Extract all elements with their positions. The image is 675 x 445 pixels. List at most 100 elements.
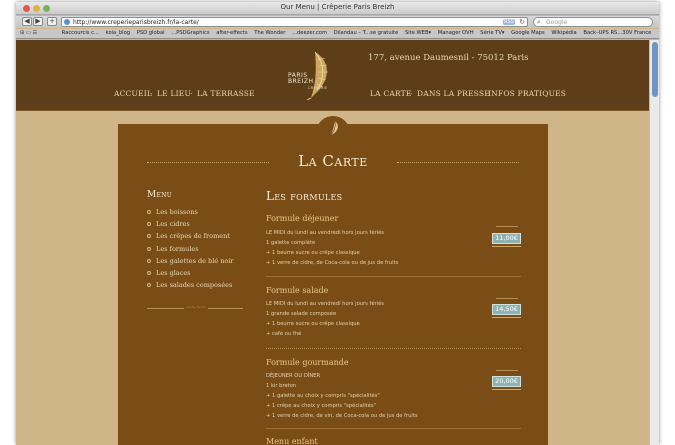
menu-item-label[interactable]: Les cidres bbox=[156, 220, 190, 228]
nav-accueil[interactable]: ACCUEIL bbox=[114, 89, 152, 98]
browser-window: Our Menu | Crêperie Paris Breizh ◀ ▶ + h… bbox=[16, 2, 659, 445]
nav-dans-la-presse[interactable]: DANS LA PRESSE bbox=[417, 89, 490, 98]
bookmark-item[interactable]: ...PSDGraphics bbox=[171, 29, 209, 38]
menu-item-boissons[interactable]: Les boissons bbox=[147, 208, 234, 220]
rss-icon[interactable]: RSS bbox=[503, 19, 515, 25]
bookmark-item[interactable]: The Wonder bbox=[254, 29, 285, 38]
bullet-icon bbox=[147, 234, 151, 239]
formule-title: Formule salade bbox=[266, 286, 329, 295]
globe-icon bbox=[64, 19, 70, 25]
menu-item-crepes[interactable]: Les crêpes de froment bbox=[147, 232, 234, 244]
menu-item-cidres[interactable]: Les cidres bbox=[147, 220, 234, 232]
formule-line: + 1 verre de cidre, de Coca-cola ou de j… bbox=[266, 260, 399, 266]
panel-cap bbox=[316, 116, 350, 140]
nav-separator: · bbox=[150, 89, 153, 98]
nav-separator: · bbox=[481, 89, 484, 98]
menu-item-glaces[interactable]: Les glaces bbox=[147, 269, 234, 281]
bookmark-item[interactable]: Raccourcis c... bbox=[62, 29, 99, 38]
nav-le-lieu[interactable]: LE LIEU bbox=[157, 89, 191, 98]
site-header: 177, avenue Daumesnil - 75012 Paris ACCU… bbox=[16, 40, 649, 111]
price-rule bbox=[492, 389, 521, 390]
menu-item-label[interactable]: Les formules bbox=[156, 245, 199, 253]
formule-title: Menu enfant bbox=[266, 437, 318, 445]
add-bookmark-button[interactable]: + bbox=[47, 17, 57, 26]
formule-line: + café ou thé bbox=[266, 331, 302, 337]
forward-button[interactable]: ▶ bbox=[33, 17, 43, 26]
menu-item-label[interactable]: Les galettes de blé noir bbox=[156, 257, 234, 265]
menu-ornament: ~~~~ bbox=[184, 304, 209, 311]
title-bar: Our Menu | Crêperie Paris Breizh bbox=[16, 2, 659, 15]
menu-item-label[interactable]: Les glaces bbox=[156, 269, 191, 277]
bookmark-item[interactable]: Wikipédia bbox=[551, 29, 576, 38]
formule-line: DÉJEUNER OU DÎNER bbox=[266, 373, 321, 379]
formule-divider bbox=[266, 348, 521, 349]
formule-title: Formule gourmande bbox=[266, 358, 349, 367]
bookmark-item[interactable]: ...deezer.com bbox=[292, 29, 327, 38]
page-title: La Carte bbox=[298, 152, 368, 170]
menu-item-label[interactable]: Les salades composées bbox=[156, 281, 232, 289]
menu-item-galettes[interactable]: Les galettes de blé noir bbox=[147, 257, 234, 269]
url-text[interactable]: http://www.creperieparisbreizh.fr/la-car… bbox=[73, 18, 199, 27]
logo-text-breizh: BREIZH bbox=[288, 78, 314, 85]
nav-la-carte[interactable]: LA CARTE bbox=[370, 89, 412, 98]
bookmark-item[interactable]: Site WEB▾ bbox=[405, 29, 431, 38]
vertical-scrollbar[interactable] bbox=[649, 40, 659, 445]
nav-separator: · bbox=[190, 89, 193, 98]
price-badge: 20,00€ bbox=[492, 376, 521, 387]
section-heading: Les formules bbox=[266, 189, 343, 203]
browser-toolbar: ◀ ▶ + http://www.creperieparisbreizh.fr/… bbox=[16, 16, 659, 28]
menu-heading: Menu bbox=[147, 190, 173, 200]
back-button[interactable]: ◀ bbox=[22, 17, 32, 26]
menu-item-formules[interactable]: Les formules bbox=[147, 245, 234, 257]
formule-line: + 1 beurre sucre ou crêpe classique bbox=[266, 321, 360, 327]
bookmark-item[interactable]: Dilandau – T...se gratuite bbox=[334, 29, 399, 38]
menu-list: Les boissons Les cidres Les crêpes de fr… bbox=[147, 208, 234, 293]
nav-la-terrasse[interactable]: LA TERRASSE bbox=[197, 89, 255, 98]
bullet-icon bbox=[147, 246, 151, 251]
formule-line: + 1 verre de cidre, de vin, de Coca-cola… bbox=[266, 413, 418, 419]
price-badge: 11,00€ bbox=[492, 233, 521, 244]
bullet-icon bbox=[147, 270, 151, 275]
bookmark-tools-icons[interactable]: ⊞ ▭ ☰ bbox=[16, 29, 60, 38]
reload-icon[interactable]: ↻ bbox=[519, 18, 525, 27]
price-badge: 14,50€ bbox=[492, 304, 521, 315]
bookmark-item[interactable]: Manager OVH bbox=[438, 29, 474, 38]
search-icon: ⌕ bbox=[537, 18, 541, 26]
price-rule bbox=[492, 246, 521, 247]
menu-item-label[interactable]: Les boissons bbox=[156, 208, 198, 216]
restaurant-address: 177, avenue Daumesnil - 75012 Paris bbox=[368, 53, 529, 63]
window-title: Our Menu | Crêperie Paris Breizh bbox=[280, 3, 395, 11]
formule-line: 1 galette complète bbox=[266, 240, 316, 246]
scrollbar-thumb[interactable] bbox=[652, 42, 658, 97]
formule-title: Formule déjeuner bbox=[266, 214, 339, 223]
formule-line: + 1 beurre sucre ou crêpe classique bbox=[266, 250, 360, 256]
nav-separator: · bbox=[410, 89, 413, 98]
logo-text-creperie: CRÊPERIE bbox=[308, 86, 328, 90]
bullet-icon bbox=[147, 258, 151, 263]
menu-item-label[interactable]: Les crêpes de froment bbox=[156, 232, 230, 240]
formule-line: + 1 galette au choix y compris "spéciali… bbox=[266, 393, 380, 399]
search-field[interactable]: ⌕ Google bbox=[533, 17, 653, 27]
title-rule-left bbox=[147, 162, 269, 163]
bookmark-item[interactable]: Back–UPS RS...30V France bbox=[583, 29, 651, 38]
bookmark-item[interactable]: PSD global bbox=[137, 29, 165, 38]
bullet-icon bbox=[147, 222, 151, 227]
bookmark-item[interactable]: Série TV▾ bbox=[480, 29, 504, 38]
bookmark-item[interactable]: kola_blog bbox=[106, 29, 130, 38]
site-logo[interactable]: PARIS BREIZH CRÊPERIE bbox=[285, 50, 337, 100]
bullet-icon bbox=[147, 210, 151, 214]
web-page: 177, avenue Daumesnil - 75012 Paris ACCU… bbox=[16, 40, 649, 445]
feather-ornament-icon bbox=[330, 120, 338, 136]
bullet-icon bbox=[147, 283, 151, 288]
bookmark-item[interactable]: after-effects bbox=[216, 29, 247, 38]
formule-divider bbox=[266, 276, 521, 277]
title-rule-right bbox=[397, 162, 519, 163]
address-bar[interactable]: http://www.creperieparisbreizh.fr/la-car… bbox=[61, 17, 528, 27]
nav-infos-pratiques[interactable]: INFOS PRATIQUES bbox=[488, 89, 566, 98]
price-rule bbox=[492, 317, 521, 318]
search-placeholder[interactable]: Google bbox=[546, 18, 567, 27]
formule-divider bbox=[266, 428, 521, 429]
menu-item-salades[interactable]: Les salades composées bbox=[147, 281, 234, 293]
formule-line: + 1 crêpe au choix y compris "spécialité… bbox=[266, 403, 376, 409]
bookmark-item[interactable]: Google Maps bbox=[511, 29, 545, 38]
